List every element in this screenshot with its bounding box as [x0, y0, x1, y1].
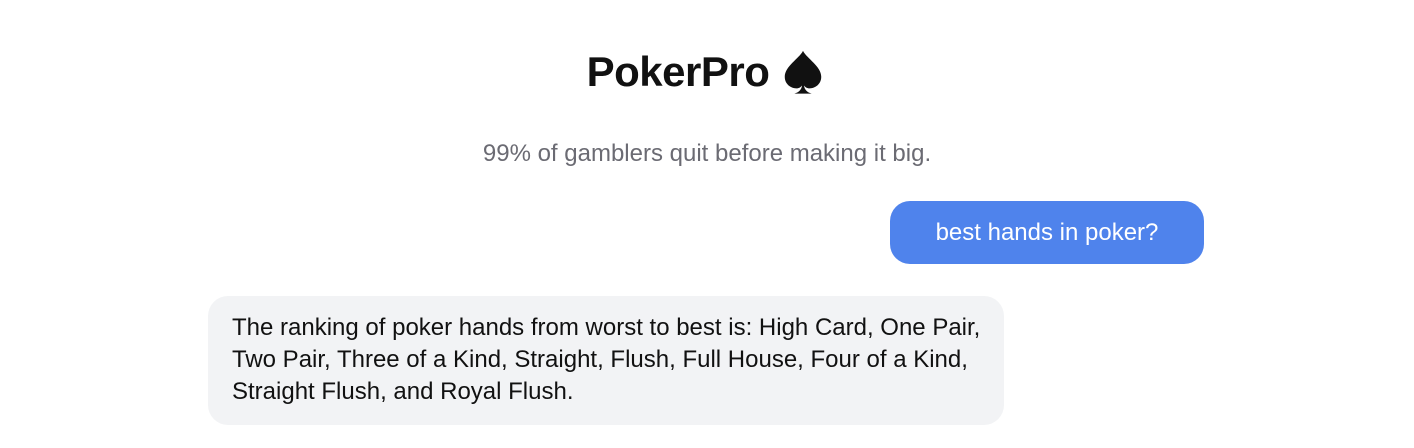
app-title-text: PokerPro — [586, 48, 770, 95]
spade-icon — [779, 48, 827, 96]
tagline: 99% of gamblers quit before making it bi… — [482, 140, 932, 167]
app-header: PokerPro — [0, 46, 1414, 98]
app-title: PokerPro — [587, 46, 828, 98]
assistant-message-bubble: The ranking of poker hands from worst to… — [208, 296, 1004, 425]
user-message-bubble: best hands in poker? — [890, 201, 1204, 264]
